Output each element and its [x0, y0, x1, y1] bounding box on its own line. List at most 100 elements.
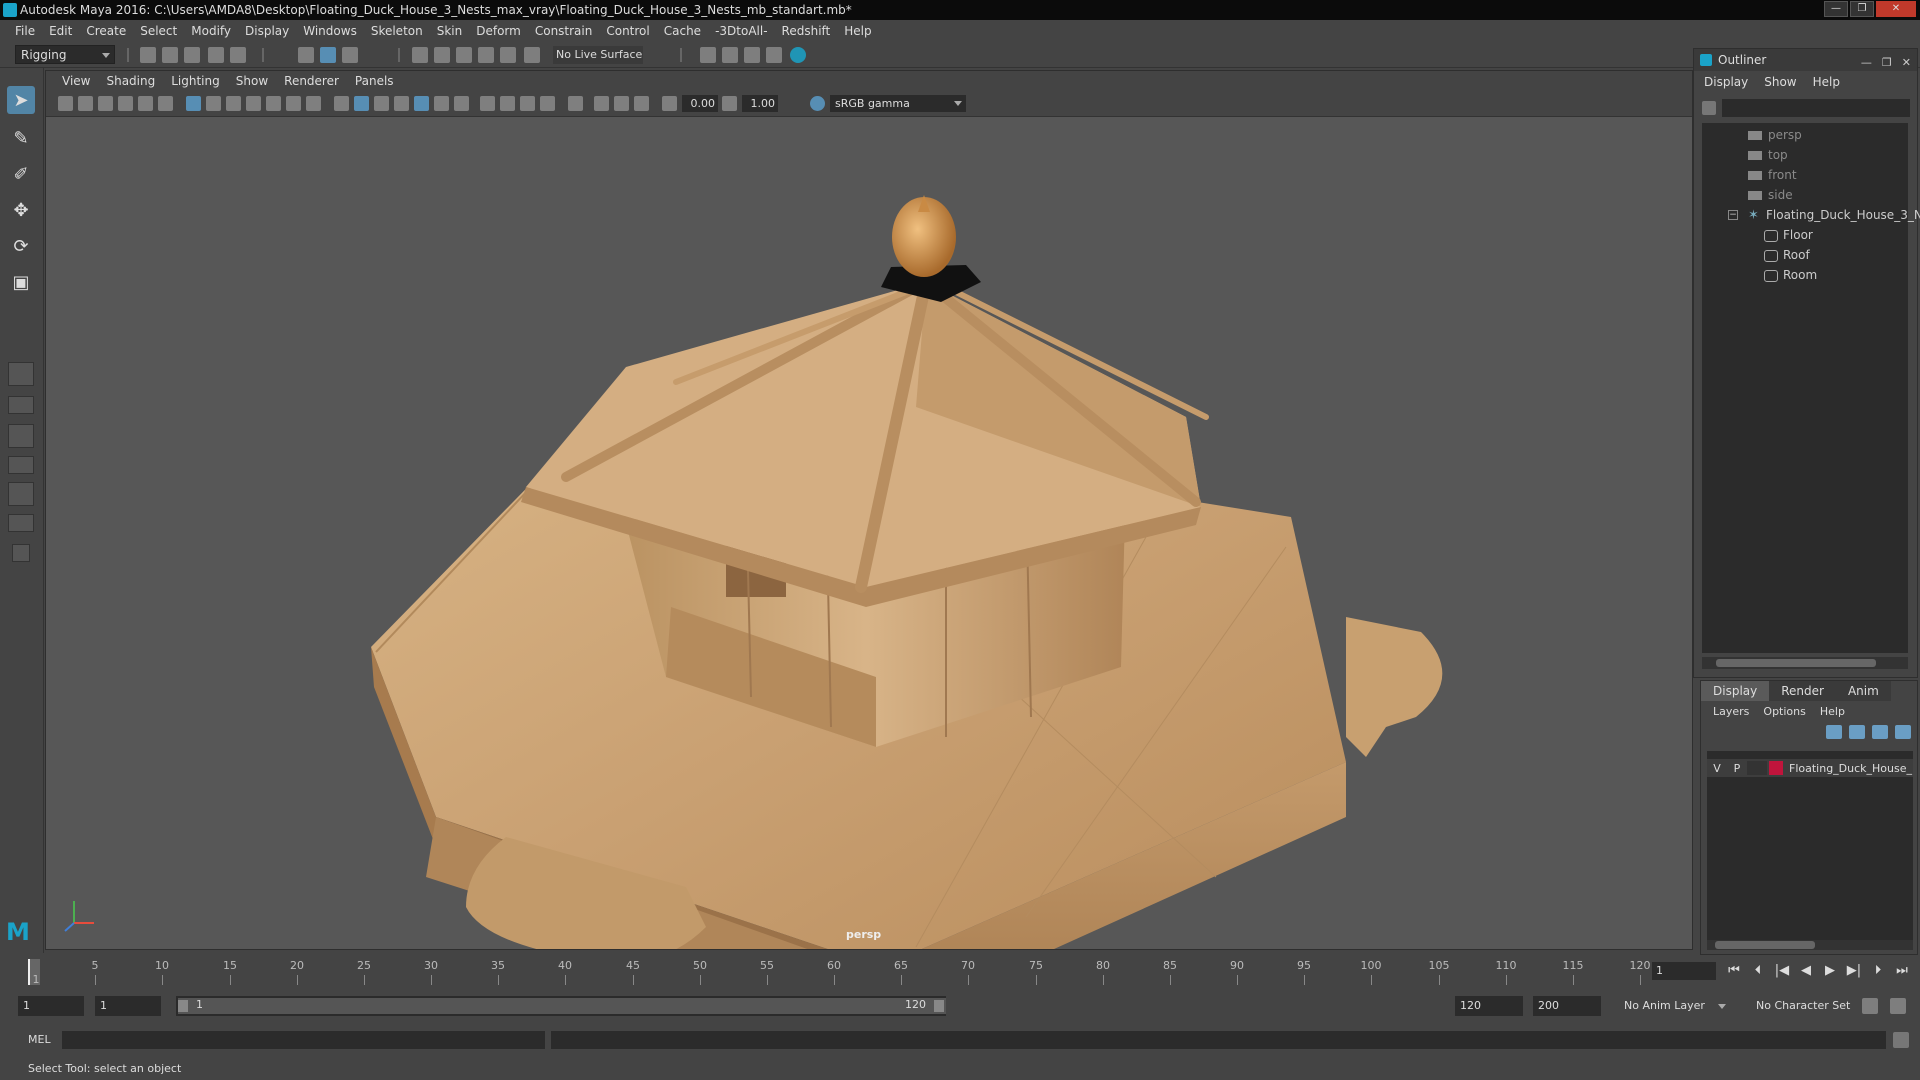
- viewport-menu-lighting[interactable]: Lighting: [163, 74, 228, 88]
- snap-grid-icon[interactable]: [412, 47, 428, 63]
- render-view-icon[interactable]: [766, 47, 782, 63]
- grease-pencil-icon[interactable]: [158, 96, 173, 111]
- search-icon[interactable]: [1702, 101, 1716, 115]
- default-lighting-icon[interactable]: [374, 96, 389, 111]
- viewport-menu-view[interactable]: View: [54, 74, 98, 88]
- outliner-item-room[interactable]: Room: [1764, 265, 1817, 285]
- step-back-key-button[interactable]: ⏴: [1749, 962, 1767, 980]
- shadows-icon[interactable]: [454, 96, 469, 111]
- snap-curve-icon[interactable]: [434, 47, 450, 63]
- tab-anim[interactable]: Anim: [1835, 681, 1891, 701]
- character-set-select[interactable]: No Character Set: [1752, 996, 1862, 1016]
- select-hierarchy-icon[interactable]: [298, 47, 314, 63]
- outliner-scrollbar-horizontal[interactable]: [1702, 657, 1908, 669]
- outliner-search-input[interactable]: [1722, 99, 1910, 117]
- new-empty-layer-icon[interactable]: [1872, 725, 1888, 739]
- snap-view-plane-icon[interactable]: [478, 47, 494, 63]
- render-settings-icon[interactable]: [700, 47, 716, 63]
- ipr-render-icon[interactable]: [744, 47, 760, 63]
- snap-point-icon[interactable]: [456, 47, 472, 63]
- menu-constrain[interactable]: Constrain: [528, 20, 600, 42]
- outliner-item-group[interactable]: ✶ Floating_Duck_House_3_N: [1748, 205, 1920, 225]
- anti-aliasing-icon[interactable]: [520, 96, 535, 111]
- play-backward-button[interactable]: ◀: [1797, 962, 1815, 980]
- field-chart-icon[interactable]: [266, 96, 281, 111]
- tab-display[interactable]: Display: [1701, 681, 1770, 701]
- use-all-lights-icon[interactable]: [434, 96, 449, 111]
- menu-set-selector[interactable]: Rigging: [15, 45, 115, 64]
- anim-layer-select[interactable]: No Anim Layer: [1620, 996, 1730, 1016]
- snap-surface-icon[interactable]: [500, 47, 516, 63]
- smooth-shade-icon[interactable]: [354, 96, 369, 111]
- hypershade-icon[interactable]: [790, 47, 806, 63]
- four-view-layout-icon[interactable]: [8, 396, 34, 414]
- render-frame-icon[interactable]: [722, 47, 738, 63]
- layer-display-type-toggle[interactable]: [1747, 761, 1767, 775]
- animation-start-field[interactable]: 1: [18, 996, 84, 1016]
- range-start-handle[interactable]: [178, 1000, 188, 1012]
- scrollbar-thumb[interactable]: [1715, 941, 1815, 949]
- live-surface-field[interactable]: No Live Surface: [553, 46, 643, 64]
- menu-edit[interactable]: Edit: [42, 20, 79, 42]
- menu-redshift[interactable]: Redshift: [775, 20, 838, 42]
- layers-menu-help[interactable]: Help: [1820, 705, 1845, 718]
- menu-3dtoall[interactable]: -3DtoAll-: [708, 20, 774, 42]
- camera-select-icon[interactable]: [58, 96, 73, 111]
- open-scene-icon[interactable]: [162, 47, 178, 63]
- range-end-handle[interactable]: [934, 1000, 944, 1012]
- scrollbar-thumb[interactable]: [1716, 659, 1876, 667]
- outliner-menu-show[interactable]: Show: [1764, 75, 1796, 89]
- viewport-menu-show[interactable]: Show: [228, 74, 276, 88]
- step-forward-frame-button[interactable]: ▶|: [1845, 962, 1863, 980]
- view-transform-select[interactable]: sRGB gamma: [830, 95, 966, 112]
- exposure-icon[interactable]: [662, 96, 677, 111]
- xray-components-icon[interactable]: [634, 96, 649, 111]
- new-layer-from-selection-icon[interactable]: [1895, 725, 1911, 739]
- close-button[interactable]: ✕: [1876, 1, 1916, 17]
- command-language-label[interactable]: MEL: [28, 1032, 51, 1048]
- menu-select[interactable]: Select: [133, 20, 184, 42]
- xray-joints-icon[interactable]: [614, 96, 629, 111]
- snap-together-icon[interactable]: [524, 47, 540, 63]
- gamma-icon[interactable]: [722, 96, 737, 111]
- menu-cache[interactable]: Cache: [657, 20, 708, 42]
- range-slider-bar-fill[interactable]: [178, 998, 946, 1014]
- screen-space-ao-icon[interactable]: [480, 96, 495, 111]
- playback-end-field[interactable]: 120: [1455, 996, 1523, 1016]
- uv-editor-layout-icon[interactable]: [8, 514, 34, 532]
- film-gate-icon[interactable]: [206, 96, 221, 111]
- range-slider[interactable]: 1 120: [176, 996, 946, 1016]
- select-tool-icon[interactable]: ➤: [7, 86, 35, 114]
- play-forward-button[interactable]: ▶: [1821, 962, 1839, 980]
- redo-icon[interactable]: [230, 47, 246, 63]
- move-tool-icon[interactable]: ✥: [7, 196, 35, 224]
- rotate-tool-icon[interactable]: ⟳: [7, 232, 35, 260]
- outliner-item-side[interactable]: side: [1748, 185, 1793, 205]
- step-back-frame-button[interactable]: |◀: [1773, 962, 1791, 980]
- viewport-menu-shading[interactable]: Shading: [98, 74, 163, 88]
- maximize-button[interactable]: ❐: [1850, 1, 1874, 17]
- undo-icon[interactable]: [208, 47, 224, 63]
- scale-tool-icon[interactable]: ▣: [7, 268, 35, 296]
- collapse-toggle-icon[interactable]: −: [1728, 210, 1738, 220]
- hypershade-layout-icon[interactable]: [8, 482, 34, 506]
- outliner-item-top[interactable]: top: [1748, 145, 1788, 165]
- select-object-icon[interactable]: [320, 47, 336, 63]
- bookmark-icon[interactable]: [98, 96, 113, 111]
- go-to-end-button[interactable]: ⏭: [1893, 962, 1911, 980]
- depth-of-field-icon[interactable]: [540, 96, 555, 111]
- gamma-field[interactable]: 1.00: [742, 95, 778, 112]
- step-forward-key-button[interactable]: ⏵: [1869, 962, 1887, 980]
- exposure-field[interactable]: 0.00: [682, 95, 718, 112]
- move-layer-up-icon[interactable]: [1826, 725, 1842, 739]
- menu-create[interactable]: Create: [79, 20, 133, 42]
- perspective-viewport[interactable]: View Shading Lighting Show Renderer Pane…: [45, 70, 1693, 950]
- save-scene-icon[interactable]: [184, 47, 200, 63]
- time-slider[interactable]: 1 5 10 15 20 25 30 35 40 45 50 55 60 65 70 75 80 85 90 95 1…: [20, 953, 1651, 986]
- viewport-menu-panels[interactable]: Panels: [347, 74, 402, 88]
- outliner-item-floor[interactable]: Floor: [1764, 225, 1813, 245]
- layers-menu-layers[interactable]: Layers: [1713, 705, 1749, 718]
- custom-layout-icon[interactable]: [12, 544, 30, 562]
- layer-visibility-toggle[interactable]: V: [1707, 762, 1727, 775]
- lasso-tool-icon[interactable]: ✎: [7, 124, 35, 152]
